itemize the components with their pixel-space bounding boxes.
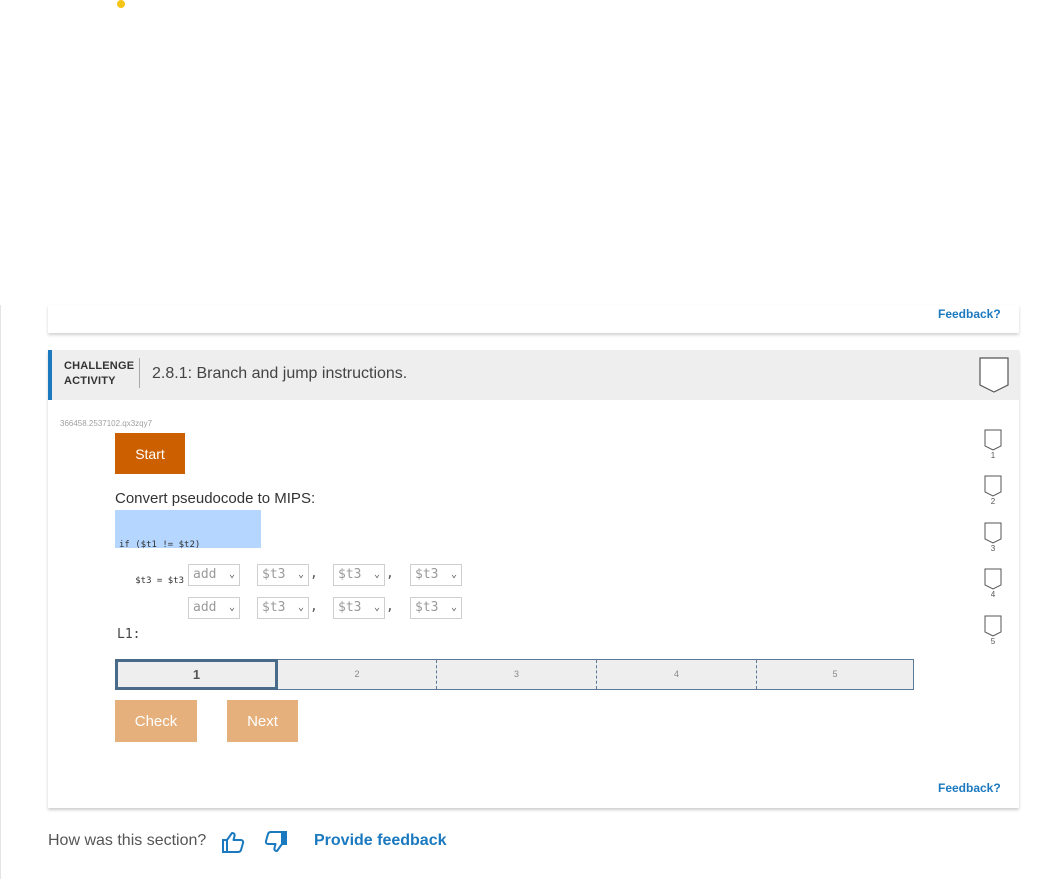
chevron-down-icon: ⌄ bbox=[450, 569, 457, 580]
level-badge-2[interactable]: 2 bbox=[984, 475, 1002, 515]
card-header: CHALLENGE ACTIVITY 2.8.1: Branch and jum… bbox=[48, 350, 1019, 400]
register-select-rt[interactable]: $t3 ⌄ bbox=[410, 564, 462, 586]
activity-title: 2.8.1: Branch and jump instructions. bbox=[152, 365, 408, 382]
badge-icon bbox=[984, 568, 1002, 590]
comma: , bbox=[386, 599, 394, 614]
level-badge-number: 3 bbox=[990, 544, 996, 553]
thumbs-up-icon[interactable] bbox=[221, 830, 245, 859]
level-segment-4[interactable]: 4 bbox=[596, 660, 756, 689]
register-value: $t3 bbox=[262, 567, 286, 582]
check-button[interactable]: Check bbox=[115, 700, 197, 742]
opcode-value: add bbox=[193, 600, 217, 615]
instruction-text: Convert pseudocode to MIPS: bbox=[115, 490, 316, 507]
register-select-rs[interactable]: $t3 ⌄ bbox=[333, 597, 385, 619]
opcode-value: add bbox=[193, 567, 217, 582]
pseudocode-box: if ($t1 != $t2) $t3 = $t3 + $t3; bbox=[115, 510, 261, 586]
register-select-rd[interactable]: $t3 ⌄ bbox=[257, 597, 309, 619]
register-select-rt[interactable]: $t3 ⌄ bbox=[410, 597, 462, 619]
level-badge-number: 5 bbox=[990, 637, 996, 646]
status-dot bbox=[117, 0, 125, 8]
level-progress-bar: 1 2 3 4 5 bbox=[115, 659, 914, 690]
challenge-activity-card: CHALLENGE ACTIVITY 2.8.1: Branch and jum… bbox=[48, 350, 1019, 808]
opcode-select[interactable]: add ⌄ bbox=[188, 597, 240, 619]
level-badge-1[interactable]: 1 bbox=[984, 429, 1002, 469]
label-l1: L1: bbox=[117, 627, 141, 642]
chevron-down-icon: ⌄ bbox=[228, 569, 235, 580]
next-button[interactable]: Next bbox=[227, 700, 298, 742]
level-segment-2[interactable]: 2 bbox=[278, 660, 436, 689]
start-button[interactable]: Start bbox=[115, 433, 185, 474]
level-segment-5[interactable]: 5 bbox=[756, 660, 913, 689]
section-rating-question: How was this section? bbox=[48, 832, 207, 849]
badge-icon bbox=[984, 615, 1002, 637]
level-badge-number: 2 bbox=[990, 497, 996, 506]
header-divider bbox=[139, 358, 140, 388]
activity-id: 366458.2537102.qx3zqy7 bbox=[60, 419, 153, 428]
register-select-rs[interactable]: $t3 ⌄ bbox=[333, 564, 385, 586]
badge-icon bbox=[984, 475, 1002, 497]
register-value: $t3 bbox=[415, 600, 439, 615]
feedback-link-top[interactable]: Feedback? bbox=[938, 307, 1001, 321]
chevron-down-icon: ⌄ bbox=[450, 602, 457, 613]
register-select-rd[interactable]: $t3 ⌄ bbox=[257, 564, 309, 586]
activity-type-line1: CHALLENGE bbox=[64, 360, 135, 372]
chevron-down-icon: ⌄ bbox=[373, 569, 380, 580]
level-badge-5[interactable]: 5 bbox=[984, 615, 1002, 655]
left-rule bbox=[0, 305, 1, 879]
register-value: $t3 bbox=[262, 600, 286, 615]
chevron-down-icon: ⌄ bbox=[373, 602, 380, 613]
register-value: $t3 bbox=[338, 600, 362, 615]
activity-type-line2: ACTIVITY bbox=[64, 375, 116, 387]
level-badge-number: 1 bbox=[990, 451, 996, 460]
level-badge-number: 4 bbox=[990, 590, 996, 599]
chevron-down-icon: ⌄ bbox=[297, 602, 304, 613]
level-segment-1[interactable]: 1 bbox=[115, 659, 278, 690]
feedback-link[interactable]: Feedback? bbox=[938, 781, 1001, 795]
badge-icon bbox=[984, 522, 1002, 544]
code-line: if ($t1 != $t2) bbox=[119, 540, 201, 550]
level-badge-4[interactable]: 4 bbox=[984, 568, 1002, 608]
comma: , bbox=[386, 566, 394, 581]
chevron-down-icon: ⌄ bbox=[297, 569, 304, 580]
comma: , bbox=[310, 566, 318, 581]
provide-feedback-link[interactable]: Provide feedback bbox=[314, 832, 447, 850]
level-segment-3[interactable]: 3 bbox=[436, 660, 596, 689]
register-value: $t3 bbox=[338, 567, 362, 582]
completion-badge-icon bbox=[979, 357, 1009, 393]
level-badge-3[interactable]: 3 bbox=[984, 522, 1002, 562]
badge-icon bbox=[984, 429, 1002, 451]
opcode-select[interactable]: add ⌄ bbox=[188, 564, 240, 586]
thumbs-down-icon[interactable] bbox=[264, 830, 288, 859]
register-value: $t3 bbox=[415, 567, 439, 582]
chevron-down-icon: ⌄ bbox=[228, 602, 235, 613]
activity-type-label: CHALLENGE ACTIVITY bbox=[64, 359, 134, 389]
previous-card: Feedback? bbox=[48, 305, 1019, 333]
comma: , bbox=[310, 599, 318, 614]
